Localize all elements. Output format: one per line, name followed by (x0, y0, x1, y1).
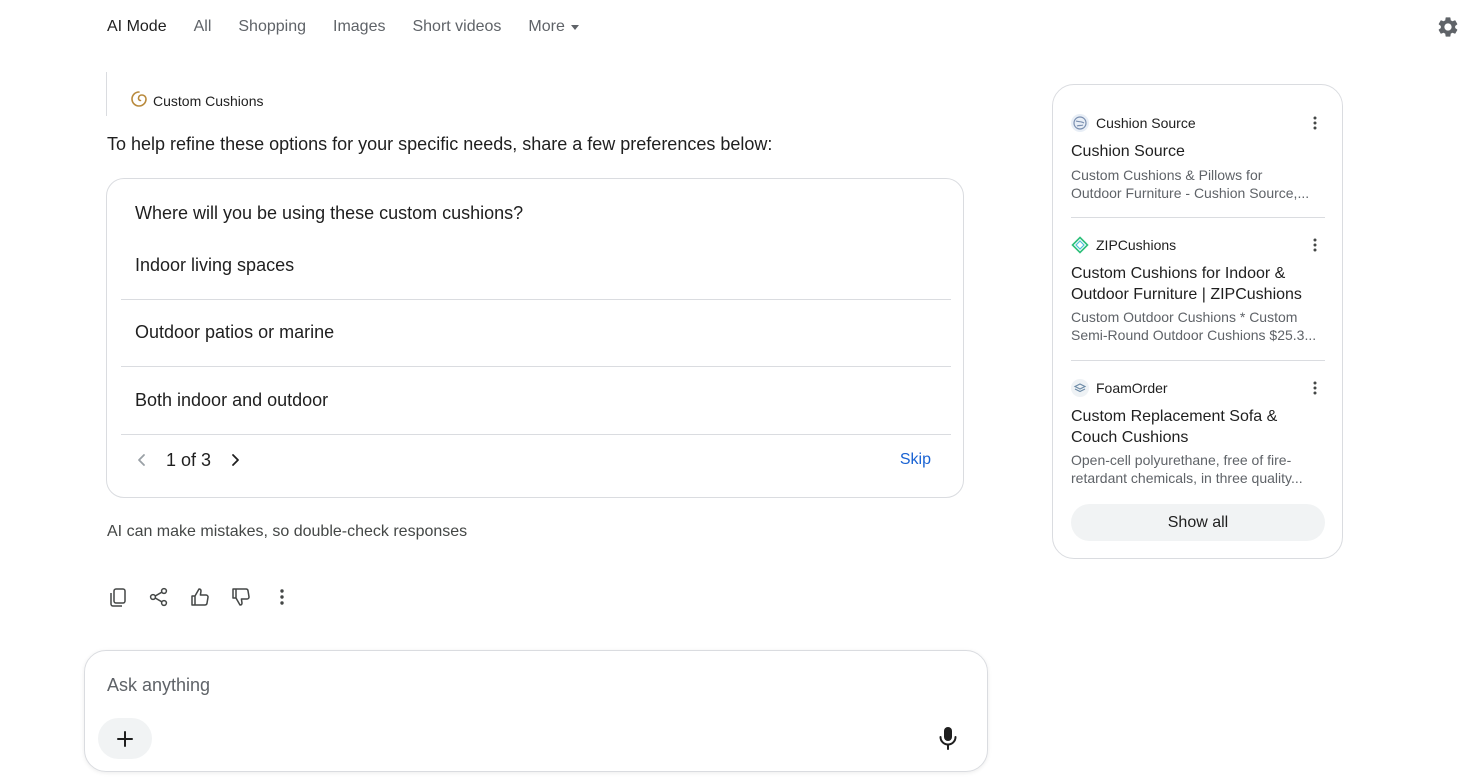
preference-question-card: Where will you be using these custom cus… (106, 178, 964, 498)
result-source-name: ZIPCushions (1096, 237, 1177, 253)
chevron-left-icon[interactable] (135, 452, 149, 468)
skip-button[interactable]: Skip (900, 451, 931, 469)
option-label: Both indoor and outdoor (135, 390, 329, 410)
result-header: FoamOrder (1071, 378, 1168, 398)
thumbs-up-icon[interactable] (188, 585, 212, 609)
more-vert-icon[interactable] (1307, 380, 1323, 396)
snippet-line: Open-cell polyurethane, free of fire- (1071, 452, 1292, 468)
result-source-name: FoamOrder (1096, 380, 1168, 396)
chevron-right-icon[interactable] (228, 452, 242, 468)
diamond-icon (1071, 236, 1089, 254)
more-vert-icon[interactable] (1307, 237, 1323, 253)
tab-label: More (528, 18, 565, 35)
tab-ai-mode[interactable]: AI Mode (107, 18, 167, 36)
option-outdoor-patios-marine[interactable]: Outdoor patios or marine (121, 300, 951, 367)
result-snippet: Custom Outdoor Cushions * Custom Semi-Ro… (1071, 308, 1325, 344)
divider (1071, 360, 1325, 361)
snippet-line: Custom Cushions & Pillows for (1071, 167, 1263, 183)
option-both-indoor-outdoor[interactable]: Both indoor and outdoor (121, 368, 951, 435)
tab-images[interactable]: Images (333, 18, 385, 36)
copy-icon[interactable] (106, 585, 130, 609)
option-label: Outdoor patios or marine (135, 322, 335, 342)
more-vert-icon[interactable] (270, 585, 294, 609)
search-mode-tabs: AI Mode All Shopping Images Short videos… (107, 15, 606, 39)
thumbs-down-icon[interactable] (229, 585, 253, 609)
microphone-icon[interactable] (933, 723, 963, 753)
swirl-logo-icon (130, 90, 148, 113)
more-vert-icon[interactable] (1307, 115, 1323, 131)
settings-gear-icon[interactable] (1436, 15, 1460, 39)
tab-all[interactable]: All (194, 18, 212, 36)
tab-label: Short videos (412, 18, 502, 35)
tab-label: Shopping (238, 18, 306, 35)
ask-box (84, 650, 988, 772)
divider (1071, 217, 1325, 218)
question-title: Where will you be using these custom cus… (135, 203, 524, 223)
snippet-line: retardant chemicals, in three quality... (1071, 470, 1303, 486)
source-chip-label: Custom Cushions (153, 93, 264, 109)
result-snippet: Open-cell polyurethane, free of fire- re… (1071, 451, 1325, 487)
tab-short-videos[interactable]: Short videos (412, 18, 501, 36)
share-icon[interactable] (147, 585, 171, 609)
layers-icon (1071, 379, 1089, 397)
question-pager: 1 of 3 Skip (121, 435, 951, 485)
response-actions (106, 584, 311, 610)
result-title-link[interactable]: Custom Cushions for Indoor & Outdoor Fur… (1071, 263, 1325, 305)
tab-label: All (193, 18, 212, 35)
result-snippet: Custom Cushions & Pillows for Outdoor Fu… (1071, 166, 1325, 202)
result-header: Cushion Source (1071, 113, 1196, 133)
snippet-line: Custom Outdoor Cushions * Custom (1071, 309, 1298, 325)
tab-label: Images (333, 18, 386, 35)
result-header: ZIPCushions (1071, 235, 1176, 255)
intro-text: To help refine these options for your sp… (107, 134, 773, 154)
plus-icon (117, 730, 133, 747)
sources-panel: Cushion Source Cushion Source Custom Cus… (1052, 84, 1343, 559)
option-label: Indoor living spaces (135, 255, 295, 275)
result-source-name: Cushion Source (1096, 115, 1196, 131)
show-all-button[interactable]: Show all (1071, 504, 1325, 541)
add-attachment-button[interactable] (98, 718, 152, 759)
ask-input[interactable] (107, 671, 887, 699)
option-indoor-living-spaces[interactable]: Indoor living spaces (121, 233, 951, 300)
result-title-link[interactable]: Cushion Source (1071, 141, 1325, 162)
caret-down-icon (570, 24, 579, 30)
source-chip[interactable]: Custom Cushions (106, 72, 264, 116)
ai-disclaimer: AI can make mistakes, so double-check re… (107, 523, 468, 540)
result-title-link[interactable]: Custom Replacement Sofa & Couch Cushions (1071, 406, 1325, 448)
tab-shopping[interactable]: Shopping (238, 18, 306, 36)
pager-count: 1 of 3 (166, 450, 212, 470)
tab-more[interactable]: More (528, 18, 579, 36)
snippet-line: Outdoor Furniture - Cushion Source,... (1071, 185, 1310, 201)
globe-icon (1071, 114, 1089, 132)
tab-label: AI Mode (107, 18, 167, 35)
snippet-line: Semi-Round Outdoor Cushions $25.3... (1071, 327, 1317, 343)
